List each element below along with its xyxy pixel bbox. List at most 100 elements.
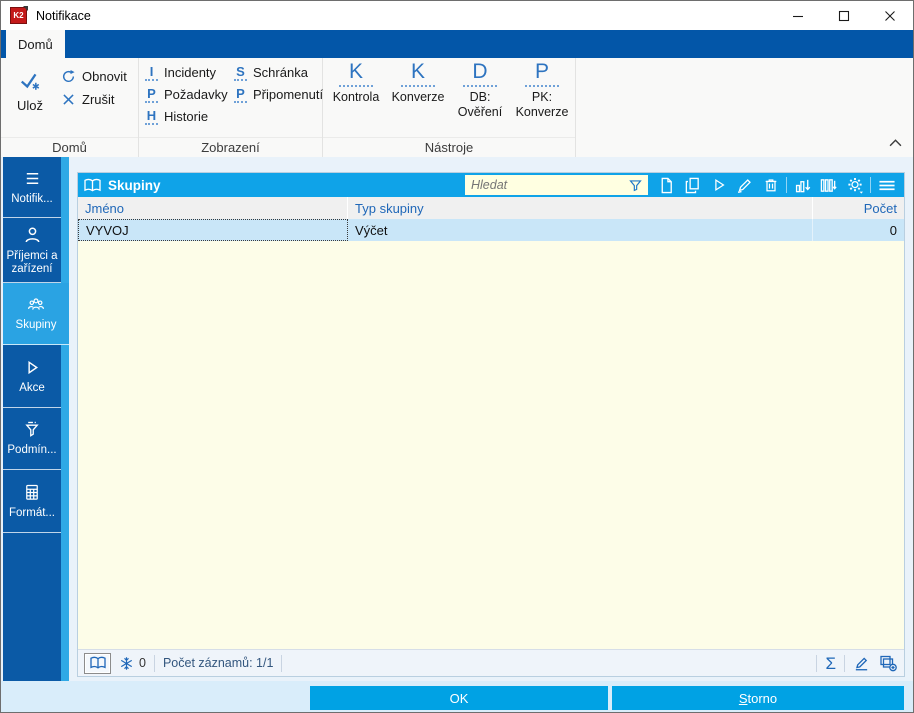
ok-button[interactable]: OK <box>310 686 608 710</box>
ribbon-tab-bar: Domů <box>1 30 913 58</box>
sum-button[interactable]: Σ <box>825 655 836 672</box>
copy-icon <box>685 177 699 193</box>
menu-button[interactable] <box>876 175 897 195</box>
app-logo-icon: K2 <box>10 6 28 24</box>
row-cell-jmeno[interactable]: VYVOJ <box>78 219 348 241</box>
cancel-label: Zrušit <box>82 92 115 107</box>
tab-domu[interactable]: Domů <box>6 30 65 58</box>
refresh-button[interactable]: Obnovit <box>57 66 131 87</box>
window-title: Notifikace <box>36 8 91 23</box>
sidebar-item-label: Skupiny <box>15 319 57 331</box>
history-letter-icon: H <box>145 107 158 125</box>
row-cell-typ-skupiny[interactable]: Výčet <box>348 219 813 241</box>
quick-edit-button[interactable] <box>853 655 870 672</box>
groups-panel: Skupiny Hledat Jméno Typ skupiny Počet V… <box>77 172 905 677</box>
sidebar-item-formaty[interactable]: Formát... <box>3 470 61 533</box>
clipboard-letter-icon: S <box>234 64 247 81</box>
storno-label: Storno <box>738 690 778 706</box>
book-view-toggle-button[interactable] <box>84 652 111 674</box>
title-bar: K2 Notifikace <box>1 1 913 30</box>
search-box <box>465 175 648 195</box>
ribbon-group-view: I Incidenty P Požadavky H Historie S Sch… <box>139 58 323 157</box>
pk-conversion-label-line1: PK: <box>531 90 553 104</box>
open-book-icon <box>89 656 106 669</box>
column-header-pocet[interactable]: Počet <box>813 197 904 219</box>
sidebar-item-skupiny[interactable]: Skupiny <box>3 283 69 345</box>
history-button[interactable]: H Historie <box>141 106 230 127</box>
ribbon-group-home: Ulož Obnovit Zrušit Domů <box>1 58 139 157</box>
status-bar: 0 Počet záznamů: 1/1 Σ <box>78 649 904 676</box>
check-tool-button[interactable]: K Kontrola <box>325 59 387 137</box>
requests-letter-icon: P <box>145 86 158 103</box>
conversion-tool-button[interactable]: K Konverze <box>387 59 449 137</box>
sidebar-item-podminky[interactable]: Podmín... <box>3 408 61 470</box>
storno-button[interactable]: Storno <box>612 686 904 710</box>
maximize-icon <box>838 10 850 21</box>
sidebar-splitter[interactable] <box>61 157 69 681</box>
table-row[interactable]: VYVOJ Výčet 0 <box>78 219 904 241</box>
save-label: Ulož <box>16 98 43 113</box>
edit-record-button[interactable] <box>734 175 755 195</box>
minimize-button[interactable] <box>775 1 821 30</box>
check-tool-letter-icon: K <box>339 59 373 87</box>
db-verify-button[interactable]: D DB: Ověření <box>449 59 511 137</box>
ribbon-collapse-button[interactable] <box>889 134 902 152</box>
sidebar-item-akce[interactable]: Akce <box>3 345 61 408</box>
new-document-icon <box>661 177 672 193</box>
requests-button[interactable]: P Požadavky <box>141 84 230 105</box>
cancel-button[interactable]: Zrušit <box>57 89 131 110</box>
toolbar-separator <box>870 177 871 193</box>
chevron-up-icon <box>889 139 902 147</box>
table-column-header: Jméno Typ skupiny Počet <box>78 197 904 219</box>
person-icon <box>22 225 43 245</box>
snowflake-icon <box>120 656 133 670</box>
panel-title: Skupiny <box>108 177 161 193</box>
copy-record-button[interactable] <box>682 175 703 195</box>
column-header-typ-skupiny[interactable]: Typ skupiny <box>348 197 813 219</box>
settings-button[interactable] <box>844 175 865 195</box>
table-empty-area <box>78 241 904 649</box>
reminders-letter-icon: P <box>234 86 247 103</box>
run-button[interactable] <box>708 175 729 195</box>
requests-label: Požadavky <box>164 87 228 102</box>
list-icon <box>22 169 43 188</box>
row-cell-pocet[interactable]: 0 <box>813 219 904 241</box>
new-record-button[interactable] <box>656 175 677 195</box>
reminders-button[interactable]: P Připomenutí <box>230 84 323 105</box>
db-verify-label-line2: Ověření <box>457 105 503 119</box>
group-icon <box>25 295 47 314</box>
close-icon <box>885 10 895 21</box>
history-label: Historie <box>164 109 209 124</box>
pk-conversion-button[interactable]: P PK: Konverze <box>511 59 573 137</box>
column-header-jmeno[interactable]: Jméno <box>78 197 348 219</box>
open-book-icon <box>83 178 102 193</box>
clipboard-label: Schránka <box>253 65 308 80</box>
filter-funnel-icon[interactable] <box>628 178 643 193</box>
filter-list-icon <box>22 420 42 439</box>
columns-button[interactable] <box>818 175 839 195</box>
close-button[interactable] <box>867 1 913 30</box>
sidebar-item-prijemci[interactable]: Příjemci a zařízení <box>3 218 61 283</box>
minimize-icon <box>793 15 803 17</box>
sidebar-item-notifikace[interactable]: Notifik... <box>3 157 61 218</box>
check-tool-label: Kontrola <box>332 90 380 104</box>
clipboard-button[interactable]: S Schránka <box>230 62 319 83</box>
app-window: K2 Notifikace Domů Ulož Obnovit Zrušit D… <box>0 0 914 713</box>
ribbon: Ulož Obnovit Zrušit Domů I Incidenty P P… <box>1 58 913 158</box>
status-separator <box>153 654 155 672</box>
sidebar-item-label: Akce <box>19 381 45 394</box>
incidents-button[interactable]: I Incidenty <box>141 62 230 83</box>
search-input[interactable] <box>465 178 628 192</box>
duplicate-add-button[interactable] <box>878 654 898 672</box>
gear-icon <box>847 178 863 194</box>
conversion-tool-letter-icon: K <box>401 59 435 87</box>
refresh-icon <box>61 69 76 84</box>
sidebar-item-label: Notifik... <box>11 192 53 205</box>
reminders-label: Připomenutí <box>253 87 324 102</box>
footer-bar: OK Storno <box>1 681 913 712</box>
maximize-button[interactable] <box>821 1 867 30</box>
statistics-button[interactable] <box>792 175 813 195</box>
run-play-icon <box>714 178 725 192</box>
delete-record-button[interactable] <box>760 175 781 195</box>
save-button[interactable]: Ulož <box>3 61 57 137</box>
